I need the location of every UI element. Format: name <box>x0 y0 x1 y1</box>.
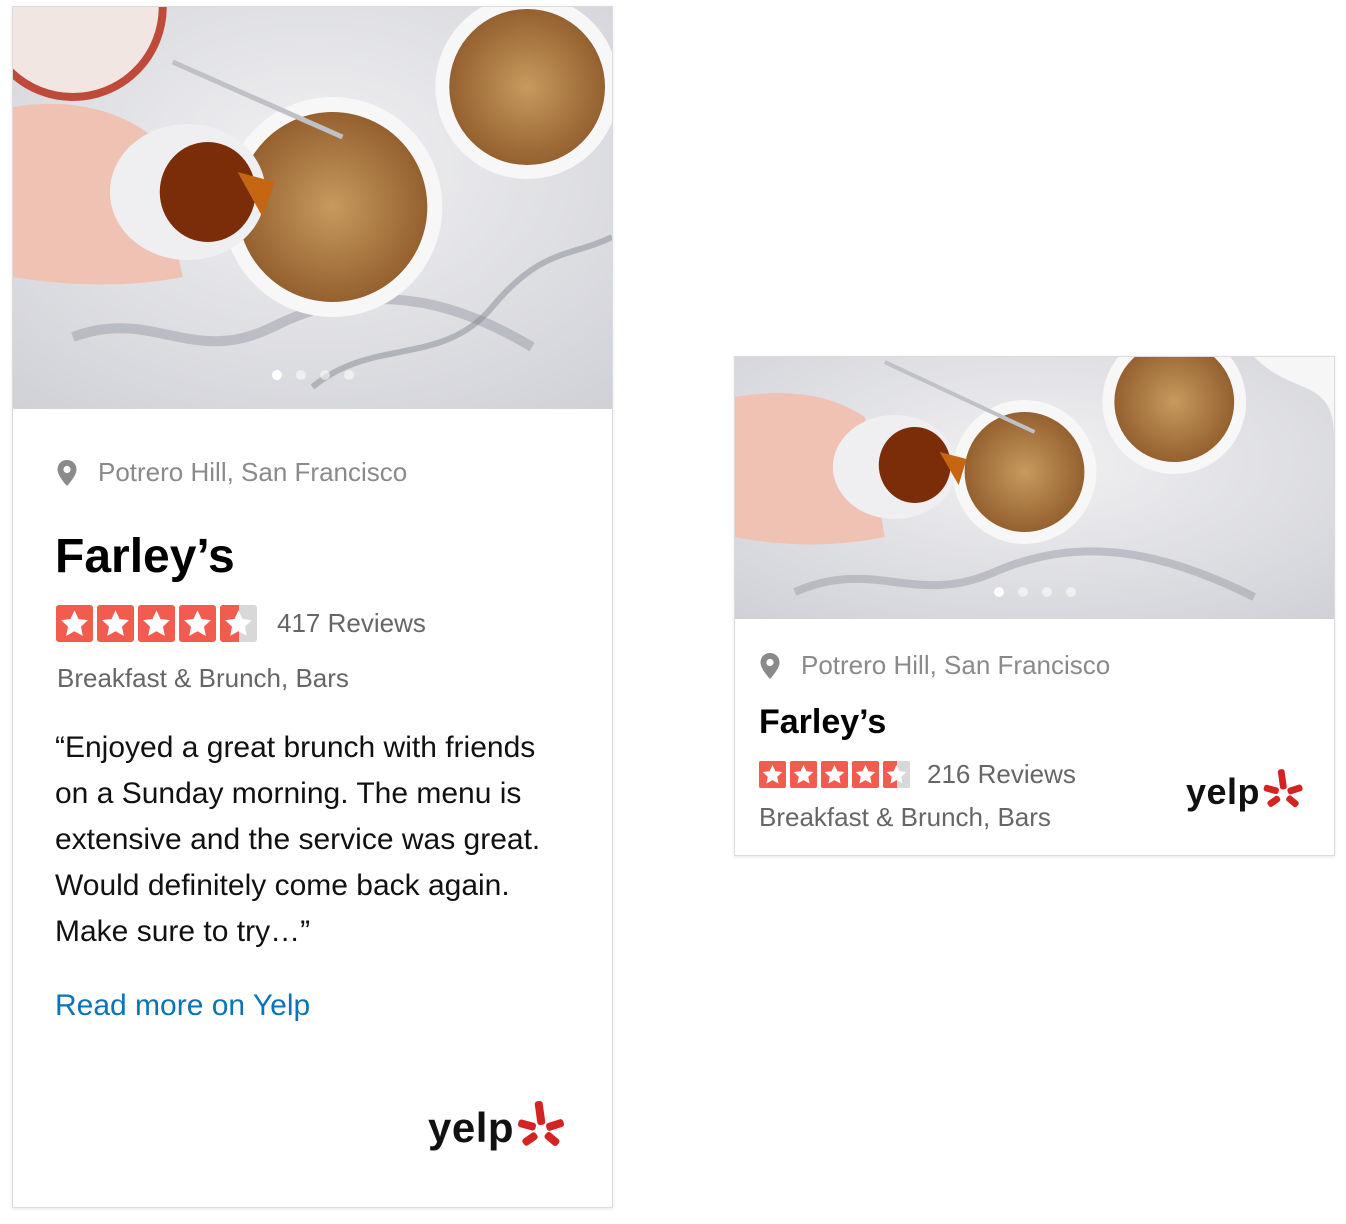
rating-row: 417 Reviews <box>56 605 426 642</box>
business-name[interactable]: Farley’s <box>55 529 235 584</box>
carousel-dot[interactable] <box>1042 587 1052 597</box>
food-photo[interactable] <box>13 7 612 409</box>
map-pin-icon <box>760 652 780 679</box>
location-text: Potrero Hill, San Francisco <box>801 650 1111 680</box>
star-icon <box>138 605 175 642</box>
read-more-link[interactable]: Read more on Yelp <box>55 989 310 1023</box>
review-count[interactable]: 216 Reviews <box>927 759 1076 790</box>
yelp-burst-icon <box>1263 769 1303 808</box>
categories: Breakfast & Brunch, Bars <box>759 802 1051 832</box>
oatmeal-photo-illustration <box>735 357 1334 619</box>
business-card-compact[interactable]: Potrero Hill, San Francisco Farley’s 216… <box>734 356 1335 856</box>
review-quote: “Enjoyed a great brunch with friends on … <box>55 731 541 948</box>
star-icon <box>790 761 817 788</box>
carousel-dot[interactable] <box>272 370 282 380</box>
location-row: Potrero Hill, San Francisco <box>759 650 1110 681</box>
star-icon <box>56 605 93 642</box>
carousel-dot[interactable] <box>994 587 1004 597</box>
star-rating <box>56 605 261 642</box>
star-icon <box>220 605 257 642</box>
star-icon <box>821 761 848 788</box>
star-icon <box>97 605 134 642</box>
review-count[interactable]: 417 Reviews <box>277 608 426 639</box>
yelp-logo[interactable]: yelp <box>1186 767 1306 817</box>
star-icon <box>852 761 879 788</box>
carousel-dot[interactable] <box>1018 587 1028 597</box>
star-icon <box>759 761 786 788</box>
carousel-dot[interactable] <box>320 370 330 380</box>
carousel-dots[interactable] <box>272 370 354 380</box>
categories: Breakfast & Brunch, Bars <box>57 663 349 693</box>
location-text: Potrero Hill, San Francisco <box>98 457 408 487</box>
yelp-burst-icon <box>517 1100 565 1146</box>
star-rating <box>759 761 914 788</box>
rating-row: 216 Reviews <box>759 759 1076 790</box>
oatmeal-photo-illustration <box>13 7 612 409</box>
carousel-dots[interactable] <box>994 587 1076 597</box>
carousel-dot[interactable] <box>1066 587 1076 597</box>
star-icon <box>883 761 910 788</box>
carousel-dot[interactable] <box>296 370 306 380</box>
star-icon <box>179 605 216 642</box>
carousel-dot[interactable] <box>344 370 354 380</box>
business-card-large[interactable]: Potrero Hill, San Francisco Farley’s 417… <box>12 6 613 1208</box>
business-name[interactable]: Farley’s <box>759 703 886 742</box>
yelp-wordmark: yelp <box>1186 771 1261 812</box>
food-photo[interactable] <box>735 357 1334 619</box>
yelp-wordmark: yelp <box>428 1104 515 1151</box>
map-pin-icon <box>57 459 77 486</box>
location-row: Potrero Hill, San Francisco <box>56 457 407 488</box>
yelp-logo[interactable]: yelp <box>428 1099 568 1157</box>
